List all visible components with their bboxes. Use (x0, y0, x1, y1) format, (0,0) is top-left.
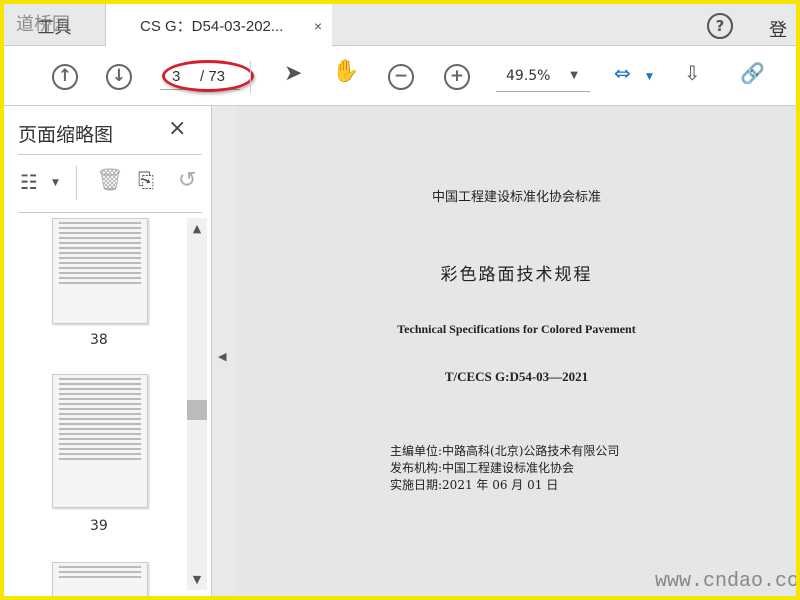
thumbnails-panel: 页面缩略图 × ☷ ▼ 🗑 ⎘ ↺ 38 39 ▲ ▼ (4, 106, 212, 596)
panel-splitter[interactable]: ◀ (212, 106, 237, 596)
divider (18, 212, 202, 213)
help-icon[interactable]: ? (707, 13, 733, 39)
title-cn: 彩色路面技术规程 (440, 265, 593, 285)
watermark-url: www.cndao.com (655, 570, 796, 593)
select-cursor-icon[interactable]: ➤ (284, 61, 302, 86)
zoom-value: 49.5% (506, 68, 551, 84)
page-thumbnail-38[interactable] (52, 218, 148, 324)
scroll-mode-icon[interactable]: ⇩ (684, 61, 701, 85)
insert-page-icon[interactable]: ⎘ (138, 168, 154, 192)
collapse-panel-icon[interactable]: ◀ (218, 350, 226, 363)
next-page-icon[interactable]: ↓ (106, 64, 132, 90)
toolbar: ↑ ↓ 3/ 73 ➤ ✋ − + 49.5% ▼ ⇔ ▼ ⇩ 🔗 (4, 47, 796, 106)
scroll-down-icon[interactable]: ▼ (187, 573, 207, 586)
page-thumbnail-39[interactable] (52, 374, 148, 508)
app-window: 工具 道桥园 CS G：D54-03-202...× ? 登录 ↑ ↓ 3/ 7… (4, 4, 796, 596)
tab-document-label: CS G：D54-03-202... (140, 18, 284, 35)
tab-bar: 工具 道桥园 CS G：D54-03-202...× ? 登录 (4, 4, 796, 67)
thumbnail-label: 38 (90, 332, 108, 348)
zoom-in-icon[interactable]: + (444, 64, 470, 90)
scrollbar-thumb[interactable] (187, 400, 207, 420)
watermark-logo: 道桥园 (16, 14, 70, 35)
tab-document[interactable]: CS G：D54-03-202... × (106, 4, 332, 47)
scroll-up-icon[interactable]: ▲ (187, 222, 207, 235)
red-highlight-oval (162, 60, 254, 92)
chevron-down-icon[interactable]: ▼ (52, 178, 59, 188)
thumbnail-options-icon[interactable]: ☷ (20, 170, 38, 194)
page-thumbnail-40[interactable] (52, 562, 148, 596)
rotate-icon[interactable]: ↺ (178, 168, 196, 193)
chevron-down-icon: ▼ (570, 70, 578, 81)
chief-editor: 主编单位:中路高科(北京)公路技术有限公司 (390, 444, 620, 458)
close-panel-icon[interactable]: × (168, 116, 186, 141)
divider (76, 166, 77, 200)
zoom-out-icon[interactable]: − (388, 64, 414, 90)
thumbnail-scrollbar[interactable]: ▲ ▼ (187, 218, 207, 590)
previous-page-icon[interactable]: ↑ (52, 64, 78, 90)
trash-icon[interactable]: 🗑 (96, 168, 124, 193)
zoom-select[interactable]: 49.5% ▼ (496, 64, 590, 92)
publisher: 发布机构:中国工程建设标准化协会 (390, 461, 575, 475)
close-tab-icon[interactable]: × (314, 18, 322, 34)
title-en: Technical Specifications for Colored Pav… (397, 322, 636, 336)
divider (18, 154, 202, 155)
org-header: 中国工程建设标准化协会标准 (431, 190, 601, 205)
effective-date: 实施日期:2021 年 06 月 01 日 (390, 478, 559, 492)
standard-code: T/CECS G:D54-03—2021 (444, 369, 589, 384)
link-cloud-icon[interactable]: 🔗 (740, 61, 765, 85)
document-page: 中国工程建设标准化协会标准 彩色路面技术规程 Technical Specifi… (237, 106, 796, 596)
fit-page-icon[interactable]: ⇔ (614, 61, 631, 85)
chevron-down-icon[interactable]: ▼ (646, 72, 653, 82)
hand-tool-icon[interactable]: ✋ (332, 59, 359, 84)
thumbnail-label: 39 (90, 518, 108, 534)
divider (250, 61, 251, 93)
panel-title: 页面缩略图 (18, 124, 114, 146)
